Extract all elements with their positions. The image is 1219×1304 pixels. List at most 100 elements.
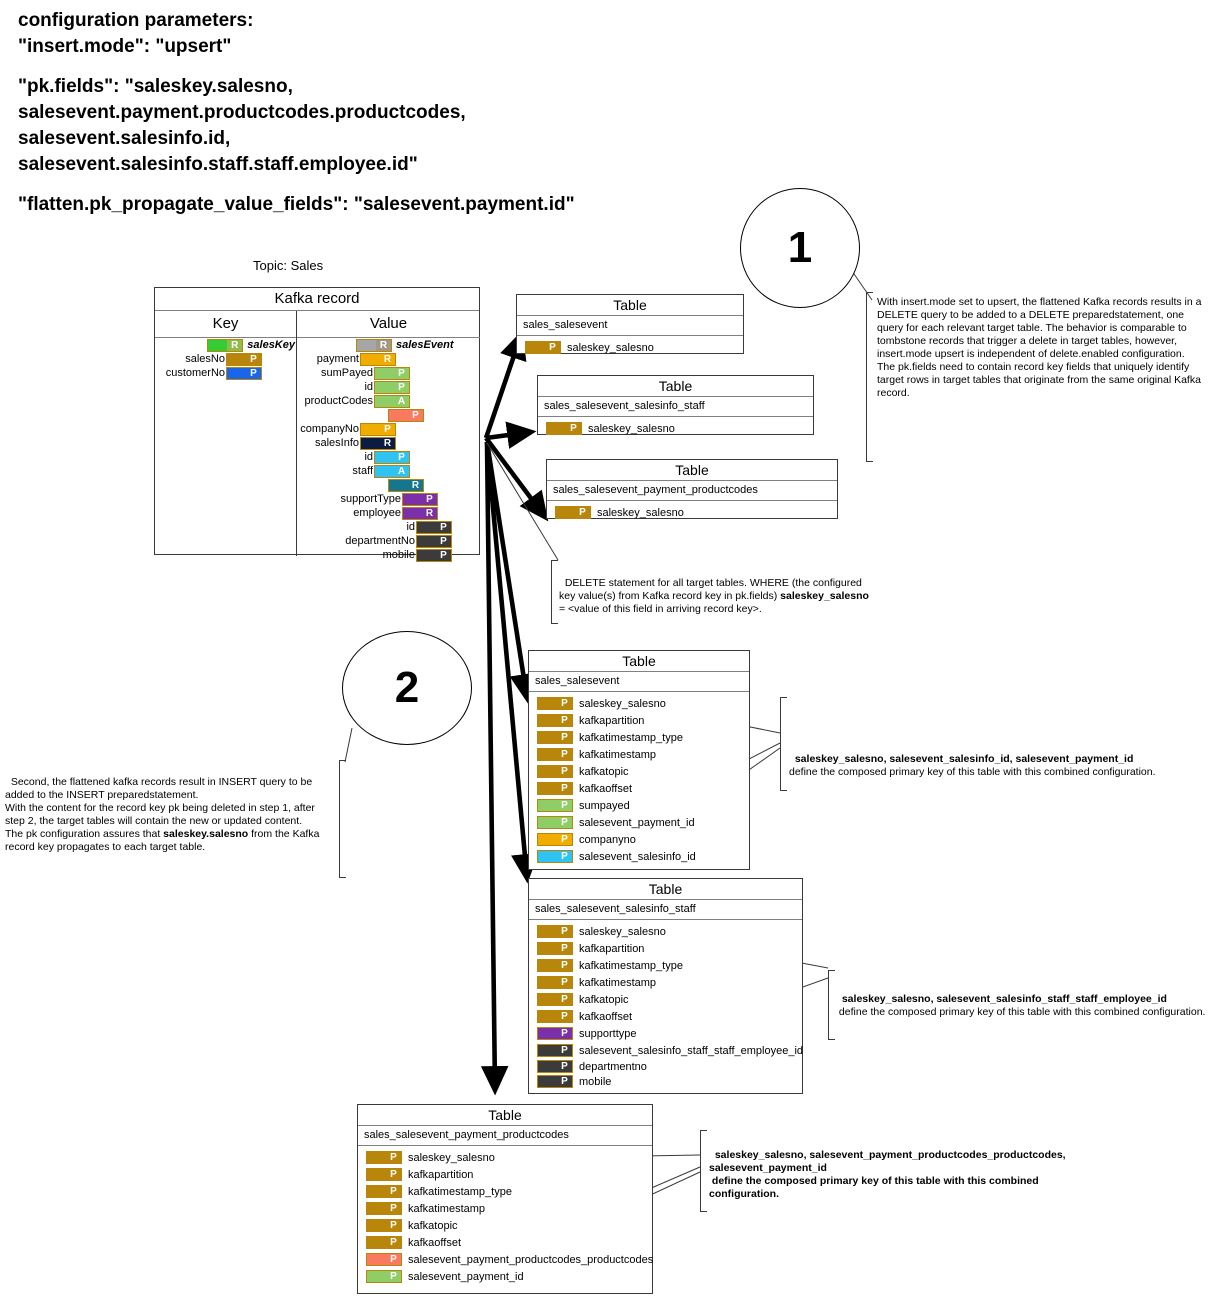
kafka-field-row: sumPayed P [297, 366, 480, 380]
kafka-chip-badge: P [380, 423, 395, 435]
kafka-field-chip: P [416, 534, 452, 548]
kafka-chip-color [361, 423, 380, 435]
field-chip-color [538, 1076, 557, 1087]
kafka-field-label: supportType [340, 493, 401, 505]
table-field-row: Psalesevent_payment_id [529, 814, 749, 831]
kafka-chip-color [403, 507, 422, 519]
field-chip-color [538, 1011, 557, 1022]
kafka-value-rows: RsalesEvent payment RsumPayed Pid PproductCo… [297, 338, 480, 562]
field-chip-badge: P [557, 732, 572, 743]
table-field-row: Psaleskey_salesno [358, 1149, 652, 1166]
insert-table-0: Table sales_salesevent Psaleskey_salesno… [528, 650, 750, 870]
kafka-chip-badge: A [394, 395, 409, 407]
kafka-chip-badge: P [408, 409, 423, 421]
table-field-row: Psalesevent_salesinfo_staff_staff_employ… [529, 1042, 804, 1059]
kafka-field-row: id P [297, 520, 480, 534]
kafka-field-chip: R [402, 506, 438, 520]
field-chip-color [367, 1237, 386, 1248]
kafka-field-row: customerNo P [155, 366, 296, 380]
config-line-6: salesevent.salesinfo.staff.staff.employe… [18, 154, 418, 175]
kafka-struct-name: salesKey [247, 339, 295, 351]
kafka-chip-badge: P [436, 535, 451, 547]
field-label: kafkatopic [579, 765, 629, 778]
kafka-chip-badge: R [422, 507, 437, 519]
note-step1: With insert.mode set to upsert, the flat… [877, 296, 1205, 399]
table-name: sales_salesevent [517, 316, 743, 336]
field-chip-badge: P [557, 1076, 572, 1087]
field-chip-color [538, 977, 557, 988]
field-chip-color [367, 1271, 386, 1282]
table-field-row: Psaleskey_salesno [547, 504, 837, 521]
kafka-field-row: RsalesEvent [297, 338, 480, 352]
kafka-chip-badge: P [246, 353, 261, 365]
note-step2: Second, the flattened kafka records resu… [5, 763, 337, 854]
field-chip-badge: P [557, 960, 572, 971]
table-field-row: Pkafkatimestamp_type [529, 957, 802, 974]
field-chip: P [366, 1185, 402, 1198]
table-field-row: Pmobile [529, 1074, 802, 1089]
field-label: salesevent_payment_id [579, 816, 695, 829]
field-chip: P [537, 782, 573, 795]
field-label: kafkaoffset [408, 1236, 461, 1249]
table-word: Table [529, 651, 749, 672]
table-field-row: Pkafkaoffset [358, 1234, 652, 1251]
note-bracket-step1 [866, 292, 873, 462]
kafka-field-label: companyNo [300, 423, 359, 435]
field-chip-badge: P [557, 715, 572, 726]
kafka-chip-badge: P [394, 451, 409, 463]
field-chip-badge: P [557, 834, 572, 845]
kafka-field-label: productCodes [304, 395, 374, 407]
table-field-row: Pkafkatopic [529, 763, 749, 780]
kafka-field-row: id P [297, 450, 480, 464]
field-label: salesevent_salesinfo_staff_staff_employe… [579, 1044, 804, 1057]
kafka-chip-color [417, 535, 436, 547]
kafka-field-chip: P [416, 520, 452, 534]
kafka-field-chip: P [374, 366, 410, 380]
pk-note-2-plain: define the composed primary key of this … [838, 1006, 1206, 1018]
table-word: Table [358, 1105, 652, 1126]
config-line-1: "insert.mode": "upsert" [18, 36, 232, 57]
field-chip: P [537, 799, 573, 812]
field-chip: P [525, 341, 561, 354]
field-chip-badge: P [557, 994, 572, 1005]
field-label: saleskey_salesno [408, 1151, 495, 1164]
kafka-key-column: Key RsalesKey salesNo PcustomerNo P [155, 311, 297, 556]
field-label: saleskey_salesno [597, 506, 684, 519]
field-chip-badge: P [386, 1220, 401, 1231]
kafka-chip-badge: R [376, 339, 391, 351]
delete-table-1: Table sales_salesevent_salesinfo_staff P… [537, 375, 814, 435]
kafka-field-chip: P [226, 352, 262, 366]
table-field-row: Pkafkaoffset [529, 780, 749, 797]
table-word: Table [547, 460, 837, 481]
pk-note-1-bold: saleskey_salesno, salesevent_salesinfo_i… [794, 753, 1134, 765]
field-label: kafkatopic [579, 993, 629, 1006]
kafka-field-row: id P [297, 380, 480, 394]
field-label: kafkatopic [408, 1219, 458, 1232]
field-label: departmentno [579, 1060, 647, 1073]
kafka-chip-color [227, 367, 246, 379]
field-chip-badge: P [566, 423, 581, 434]
table-field-row: Pkafkatimestamp_type [358, 1183, 652, 1200]
pk-note-bracket-3 [700, 1130, 707, 1212]
field-chip-badge: P [386, 1169, 401, 1180]
kafka-field-row: companyNo P [297, 422, 480, 436]
table-field-row: Pkafkapartition [529, 712, 749, 729]
field-label: saleskey_salesno [567, 341, 654, 354]
field-chip-color [538, 715, 557, 726]
field-chip-color [538, 732, 557, 743]
kafka-chip-color [403, 493, 422, 505]
field-chip: P [537, 850, 573, 863]
pk-note-1: saleskey_salesno, salesevent_salesinfo_i… [789, 740, 1209, 779]
field-chip-color [538, 1061, 557, 1072]
kafka-chip-badge: P [436, 521, 451, 533]
field-chip: P [366, 1236, 402, 1249]
table-field-row: Psaleskey_salesno [538, 420, 813, 437]
pk-note-2-bold: saleskey_salesno, salesevent_salesinfo_s… [841, 993, 1167, 1005]
kafka-chip-color [389, 409, 408, 421]
kafka-chip-badge: P [436, 549, 451, 561]
note-delete-bold: saleskey_salesno [780, 590, 869, 602]
kafka-field-chip: P [374, 450, 410, 464]
field-chip: P [537, 714, 573, 727]
field-chip-color [538, 766, 557, 777]
delete-table-2: Table sales_salesevent_payment_productco… [546, 459, 838, 519]
